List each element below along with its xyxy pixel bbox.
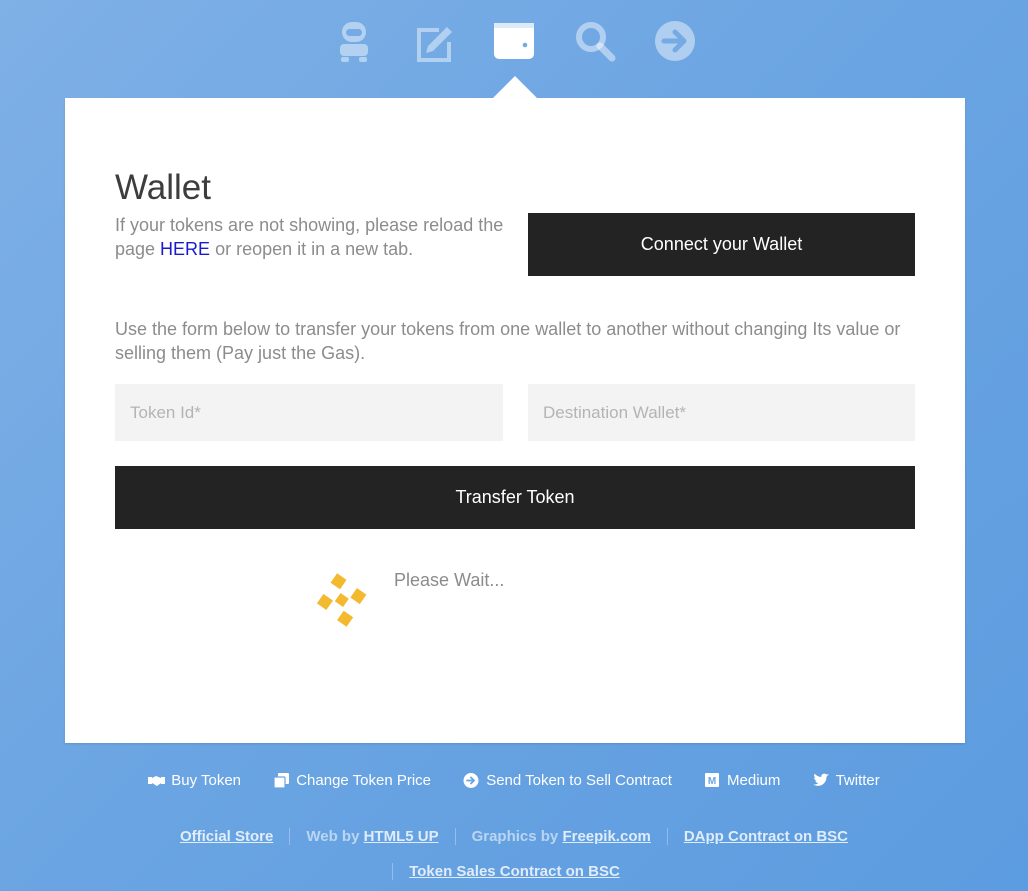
connect-wallet-button[interactable]: Connect your Wallet: [528, 213, 915, 276]
handshake-icon: [148, 773, 166, 788]
web-by-prefix: Web by: [306, 828, 364, 845]
page-title: Wallet: [115, 168, 211, 207]
wallet-panel: Wallet If your tokens are not showing, p…: [65, 98, 965, 743]
credits-row-1: Official Store Web by HTML5 UP Graphics by…: [0, 828, 1028, 845]
token-sales-contract-link[interactable]: Token Sales Contract on BSC: [409, 863, 620, 880]
send-token-to-sell-contract-link[interactable]: Send Token to Sell Contract: [463, 772, 672, 789]
wallet-icon[interactable]: [491, 18, 537, 64]
token-id-input[interactable]: [115, 384, 503, 441]
intro-text-after: or reopen it in a new tab.: [210, 239, 414, 259]
top-nav: [0, 0, 1028, 98]
buy-token-link[interactable]: Buy Token: [148, 772, 241, 789]
transfer-form-description: Use the form below to transfer your toke…: [115, 319, 901, 363]
bnb-logo-icon: [315, 571, 369, 629]
twitter-link[interactable]: Twitter: [812, 772, 880, 789]
dapp-contract-link[interactable]: DApp Contract on BSC: [684, 828, 848, 845]
buy-token-label: Buy Token: [171, 772, 242, 789]
credit-graphics: Graphics by Freepik.com: [454, 828, 667, 845]
credit-dapp-contract: DApp Contract on BSC: [666, 828, 864, 845]
medium-link[interactable]: M Medium: [704, 772, 780, 789]
status-text: Please Wait...: [394, 570, 505, 590]
twitter-label: Twitter: [835, 772, 880, 789]
wallet-intro-text: If your tokens are not showing, please r…: [115, 213, 515, 261]
credits-row-2: Token Sales Contract on BSC: [0, 863, 1028, 880]
active-tab-pointer: [493, 76, 537, 98]
reload-link[interactable]: HERE: [160, 239, 210, 259]
copy-icon: [273, 773, 290, 788]
medium-icon: M: [704, 773, 721, 788]
arrow-right-circle-icon[interactable]: [652, 18, 698, 64]
edit-icon[interactable]: [411, 18, 457, 64]
credit-sales-contract: Token Sales Contract on BSC: [392, 863, 636, 880]
robot-icon[interactable]: [331, 18, 377, 64]
credit-official-store: Official Store: [164, 828, 289, 845]
svg-text:M: M: [708, 776, 716, 787]
credit-web-by: Web by HTML5 UP: [289, 828, 454, 845]
arrow-circle-right-icon: [463, 773, 480, 788]
graphics-prefix: Graphics by: [471, 828, 563, 845]
change-token-price-link[interactable]: Change Token Price: [273, 772, 431, 789]
transfer-token-button[interactable]: Transfer Token: [115, 466, 915, 529]
official-store-link[interactable]: Official Store: [180, 828, 273, 845]
send-token-label: Send Token to Sell Contract: [486, 772, 672, 789]
html5up-link[interactable]: HTML5 UP: [364, 828, 439, 845]
destination-wallet-input[interactable]: [528, 384, 915, 441]
freepik-link[interactable]: Freepik.com: [562, 828, 650, 845]
twitter-icon: [812, 773, 830, 788]
medium-label: Medium: [727, 772, 781, 789]
change-token-price-label: Change Token Price: [296, 772, 432, 789]
footer-links: Buy Token Change Token Price Send Token …: [0, 772, 1028, 792]
search-icon[interactable]: [572, 18, 618, 64]
